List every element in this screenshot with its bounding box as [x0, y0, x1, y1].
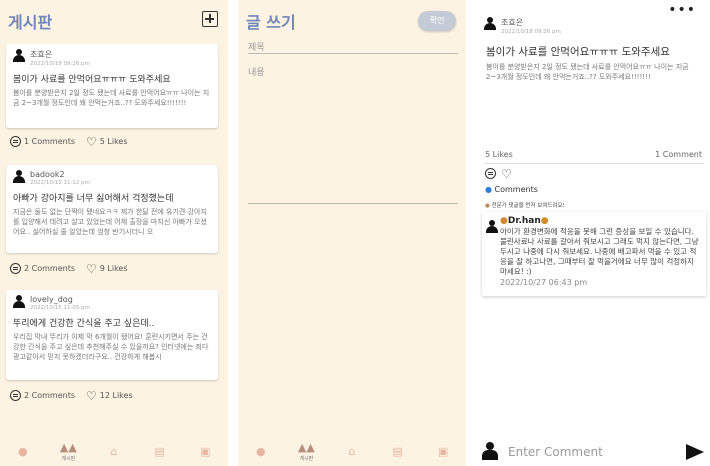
post-title: 봄이가 사료를 안먹어요ㅠㅠㅠ 도와주세요	[13, 75, 171, 85]
post-title: 봄이가 사료를 안먹어요ㅠㅠㅠ 도와주세요	[486, 46, 670, 58]
add-post-button[interactable]	[202, 11, 218, 27]
nav-document-icon[interactable]: ▤	[384, 445, 412, 458]
nav-home-icon[interactable]: ⌂	[100, 445, 128, 458]
more-menu-icon[interactable]: •••	[668, 2, 696, 18]
write-panel: 글 쓰기 확인 제목 내용 ● ▲▲ 게시판 ⌂ ▤ ▣	[238, 0, 466, 466]
avatar-icon	[486, 220, 498, 233]
send-icon[interactable]	[686, 444, 704, 460]
nav-home-icon[interactable]: ⌂	[338, 445, 366, 458]
bottom-nav: ● ▲▲ 게시판 ⌂ ▤ ▣	[238, 436, 466, 466]
comment-count: 2 Comments	[24, 391, 75, 400]
comments-label: Comments	[494, 185, 538, 194]
post-author: 조효은	[30, 50, 53, 59]
heart-icon[interactable]: ♡	[86, 263, 97, 275]
comment-author-name: Dr.han	[507, 216, 541, 226]
comments-header: ● Comments	[485, 185, 538, 194]
avatar-icon	[13, 49, 25, 62]
avatar-icon	[13, 295, 25, 308]
bottom-nav: ● ▲▲ 게시판 ⌂ ▤ ▣	[0, 436, 228, 466]
write-title: 글 쓰기	[246, 13, 296, 32]
post-author: lovely_dog	[30, 295, 73, 304]
nav-profile-icon[interactable]: ●	[9, 445, 37, 458]
heart-icon[interactable]: ♡	[86, 136, 97, 148]
like-count: 12 Likes	[99, 391, 133, 400]
post-card[interactable]: lovely_dog 2022/10/15 11:05 pm 뚜리에게 건강한 간…	[6, 290, 218, 380]
divider	[484, 163, 704, 164]
post-body: 지금은 둘도 없는 단짝이 됐네요ㅋㅋ 제가 한달 전에 유기견 강아지를 입양…	[13, 208, 207, 236]
title-underline	[248, 53, 458, 54]
post-title: 뚜리에게 건강한 간식을 주고 싶은데..	[13, 319, 155, 329]
confirm-button[interactable]: 확인	[418, 11, 456, 31]
feed-title: 게시판	[8, 13, 53, 32]
nav-cart-icon[interactable]: ▣	[429, 445, 457, 458]
avatar-icon	[484, 17, 496, 30]
comment-icon[interactable]	[10, 263, 21, 274]
post-date: 2022/10/18 09:26 pm	[30, 61, 90, 67]
comment-count: 1 Comment	[655, 150, 702, 159]
comment-count: 1 Comments	[24, 137, 75, 146]
like-count: 9 Likes	[99, 264, 128, 273]
chat-bubble-icon: ●	[485, 185, 492, 194]
post-date: 2022/10/15 11:05 pm	[30, 305, 90, 311]
notice-icon: ●	[485, 203, 490, 209]
nav-board-label: 게시판	[61, 455, 76, 462]
comment-author: ●Dr.han●	[500, 216, 700, 226]
post-card[interactable]: badook2 2022/10/15 11:12 pm 아빠가 강아지를 너무 싫…	[6, 165, 218, 253]
post-body: 봄이를 분양받은지 2일 정도 됐는데 사료를 안먹어요ㅠㅠ 나이는 지금 2~…	[486, 63, 689, 81]
nav-document-icon[interactable]: ▤	[146, 445, 174, 458]
nav-profile-icon[interactable]: ●	[247, 445, 275, 458]
comment-count: 2 Comments	[24, 264, 75, 273]
doctor-icon: ●	[540, 216, 549, 226]
detail-panel: ••• 조효은 2022/10/18 09:26 pm 봄이가 사료를 안먹어요ㅠ…	[476, 0, 710, 466]
nav-board-tab[interactable]: ▲▲ 게시판	[292, 441, 320, 462]
avatar-icon	[13, 170, 25, 183]
post-card[interactable]: 조효은 2022/10/18 09:26 pm 봄이가 사료를 안먹어요ㅠㅠㅠ 도…	[6, 44, 218, 128]
comment-icon[interactable]	[10, 390, 21, 401]
feed-panel: 게시판 조효은 2022/10/18 09:26 pm 봄이가 사료를 안먹어요ㅠ…	[0, 0, 228, 466]
post-date: 2022/10/18 09:26 pm	[501, 29, 561, 35]
expert-notice: ● 전문가 댓글을 먼저 보여드려요!	[485, 201, 565, 209]
post-meta: 2 Comments ♡ 9 Likes	[10, 263, 128, 275]
heart-icon[interactable]: ♡	[501, 168, 512, 180]
doctor-icon: ●	[500, 216, 508, 226]
nav-board-label: 게시판	[299, 455, 314, 462]
post-body: 봄이를 분양받은지 2일 정도 됐는데 사료를 안먹어요ㅠㅠ 나이는 지금 2~…	[13, 89, 210, 107]
content-input[interactable]: 내용	[248, 65, 265, 78]
comment-text: 아이가 환경변화에 적응을 못해 그런 증상을 보일 수 있습니다. 불린사료나…	[500, 227, 699, 276]
post-title: 아빠가 강아지를 너무 싫어해서 걱정했는데	[13, 194, 174, 204]
comment-input[interactable]: Enter Comment	[508, 445, 603, 459]
like-count: 5 Likes	[485, 150, 513, 159]
comment-icon[interactable]	[485, 168, 496, 179]
nav-cart-icon[interactable]: ▣	[191, 445, 219, 458]
nav-board-tab[interactable]: ▲▲ 게시판	[54, 441, 82, 462]
avatar-icon	[482, 442, 498, 460]
post-author: 조효은	[501, 18, 524, 27]
comment-input-area	[482, 442, 498, 460]
post-author: badook2	[30, 170, 65, 179]
post-date: 2022/10/15 11:12 pm	[30, 180, 90, 186]
heart-icon[interactable]: ♡	[86, 390, 97, 402]
content-underline	[248, 203, 458, 204]
like-count: 5 Likes	[99, 137, 128, 146]
title-input[interactable]: 제목	[248, 40, 265, 53]
comment-card: ●Dr.han● 아이가 환경변화에 적응을 못해 그런 증상을 보일 수 있습…	[482, 212, 706, 296]
comment-icon[interactable]	[10, 136, 21, 147]
post-meta: 2 Comments ♡ 12 Likes	[10, 390, 133, 402]
notice-text: 전문가 댓글을 먼저 보여드려요!	[491, 203, 565, 209]
comment-date: 2022/10/27 06:43 pm	[500, 278, 588, 287]
post-body: 우리집 막내 뚜리가 이제 막 6개월이 됐어요! 훈련시키면서 주는 건강한 …	[13, 333, 209, 361]
post-meta: 1 Comments ♡ 5 Likes	[10, 136, 128, 148]
